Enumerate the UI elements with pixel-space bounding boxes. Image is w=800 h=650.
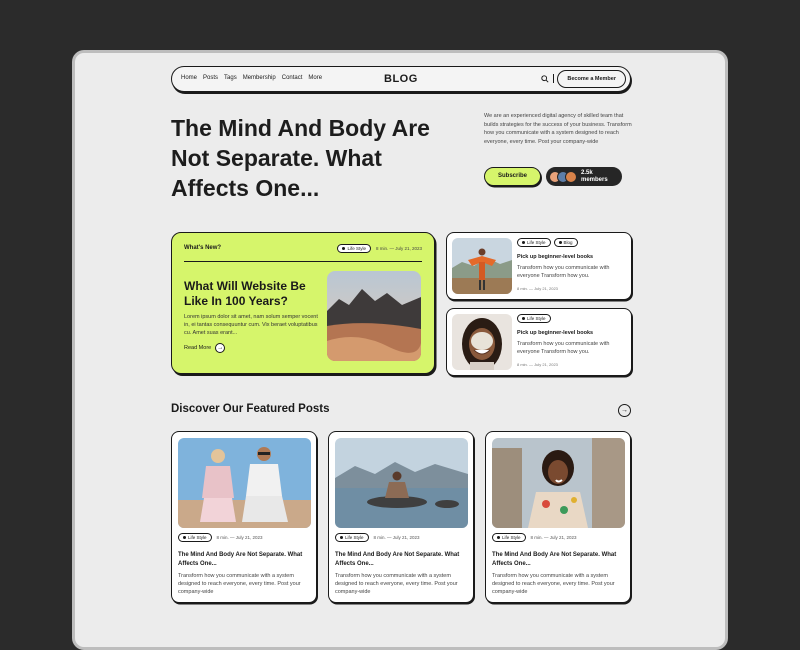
post-date: 8 min. — July 21, 2023 (216, 535, 263, 540)
tag-life-style[interactable]: Life Style (492, 533, 526, 542)
side-post-card[interactable]: Life Style Blog Pick up beginner-level b… (446, 232, 632, 300)
side-post-excerpt: Transform how you communicate with every… (517, 341, 610, 355)
post-image-woman-headphones (492, 438, 625, 528)
tag-life-style[interactable]: Life Style (517, 314, 551, 323)
post-image-meditation (335, 438, 468, 528)
featured-post-card[interactable]: What's New? Life Style 8 min. — July 21,… (171, 232, 435, 374)
section-title: Discover Our Featured Posts (171, 403, 330, 415)
post-card[interactable]: Life Style 8 min. — July 21, 2023 The Mi… (171, 431, 317, 603)
search-icon[interactable] (540, 74, 549, 83)
read-more-label: Read More (184, 345, 212, 351)
nav-links: Home Posts Tags Membership Contact More (181, 75, 322, 81)
side-post-meta: 8 min. — July 21, 2023 (517, 286, 558, 291)
post-date: 8 min. — July 21, 2023 (530, 535, 577, 540)
read-more-link[interactable]: Read More → (184, 343, 226, 353)
side-post-image (452, 238, 512, 294)
side-post-tags: Life Style Blog (517, 238, 578, 247)
members-count: 2.5k (581, 170, 593, 176)
side-post-tags: Life Style (517, 314, 551, 323)
featured-date: 8 min. — July 21, 2023 (375, 246, 422, 251)
side-post-title[interactable]: Pick up beginner-level books (517, 330, 593, 336)
nav-link-contact[interactable]: Contact (282, 75, 303, 81)
divider (184, 261, 422, 262)
nav-divider (553, 74, 554, 83)
tag-life-style[interactable]: Life Style (178, 533, 212, 542)
nav-link-home[interactable]: Home (181, 75, 197, 81)
tag-life-style[interactable]: Life Style (337, 244, 371, 253)
nav-link-posts[interactable]: Posts (203, 75, 218, 81)
featured-excerpt: Lorem ipsum dolor sit amet, nam solum se… (184, 314, 318, 336)
subscribe-button[interactable]: Subscribe (484, 167, 541, 186)
post-title[interactable]: The Mind And Body Are Not Separate. What… (492, 551, 626, 569)
post-meta: Life Style 8 min. — July 21, 2023 (492, 533, 577, 542)
nav-link-more[interactable]: More (308, 75, 322, 81)
tag-blog[interactable]: Blog (553, 238, 578, 247)
side-post-excerpt: Transform how you communicate with every… (517, 265, 610, 279)
side-post-card[interactable]: Life Style Pick up beginner-level books … (446, 308, 632, 376)
featured-image-desert (327, 271, 421, 361)
members-label: members (581, 176, 608, 183)
post-card[interactable]: Life Style 8 min. — July 21, 2023 The Mi… (485, 431, 631, 603)
arrow-right-icon[interactable]: → (618, 404, 631, 417)
site-logo[interactable]: BLOG (384, 73, 418, 85)
post-date: 8 min. — July 21, 2023 (373, 535, 420, 540)
hero-description: We are an experienced digital agency of … (484, 113, 632, 145)
side-post-title[interactable]: Pick up beginner-level books (517, 254, 593, 260)
featured-title[interactable]: What Will Website Be Like In 100 Years? (184, 279, 319, 309)
nav-link-tags[interactable]: Tags (224, 75, 237, 81)
browser-frame: Home Posts Tags Membership Contact More … (72, 50, 728, 650)
post-image-couple (178, 438, 311, 528)
post-meta: Life Style 8 min. — July 21, 2023 (335, 533, 420, 542)
members-badge: 2.5k members (546, 167, 622, 186)
side-post-image (452, 314, 512, 370)
hero-title: The Mind And Body Are Not Separate. What… (171, 115, 430, 201)
post-excerpt: Transform how you communicate with a sys… (492, 573, 615, 595)
tag-life-style[interactable]: Life Style (517, 238, 551, 247)
arrow-right-icon: → (215, 343, 226, 353)
post-card[interactable]: Life Style 8 min. — July 21, 2023 The Mi… (328, 431, 474, 603)
top-navigation: Home Posts Tags Membership Contact More … (171, 66, 631, 92)
featured-meta: Life Style 8 min. — July 21, 2023 (337, 244, 422, 253)
nav-link-membership[interactable]: Membership (243, 75, 276, 81)
post-title[interactable]: The Mind And Body Are Not Separate. What… (335, 551, 469, 569)
post-excerpt: Transform how you communicate with a sys… (335, 573, 458, 595)
members-text: 2.5k members (581, 170, 608, 183)
post-excerpt: Transform how you communicate with a sys… (178, 573, 301, 595)
become-member-button[interactable]: Become a Member (557, 70, 626, 88)
side-post-meta: 8 min. — July 21, 2023 (517, 362, 558, 367)
member-avatar (565, 170, 577, 183)
featured-label: What's New? (184, 245, 222, 251)
post-meta: Life Style 8 min. — July 21, 2023 (178, 533, 263, 542)
post-title[interactable]: The Mind And Body Are Not Separate. What… (178, 551, 312, 569)
tag-life-style[interactable]: Life Style (335, 533, 369, 542)
